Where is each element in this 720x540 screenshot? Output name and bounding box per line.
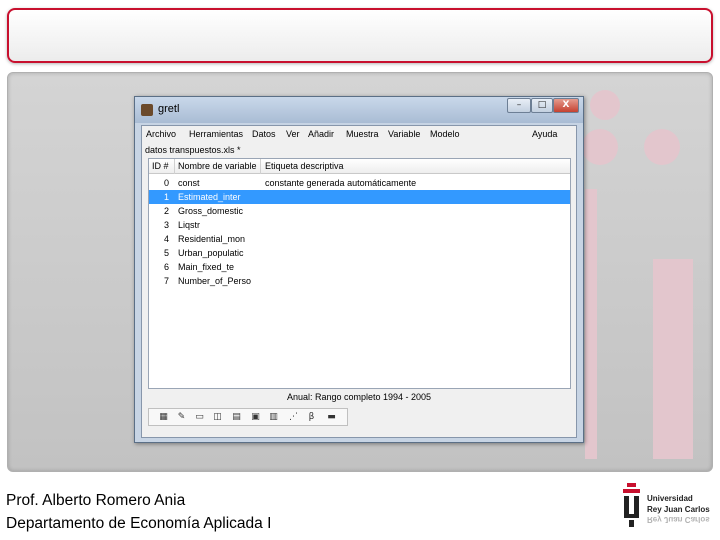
table-icon[interactable]: ▤ (230, 411, 243, 423)
table-row[interactable]: 3 Liqstr (149, 218, 570, 232)
minimize-button[interactable]: – (507, 98, 531, 113)
crest-icon (623, 483, 640, 527)
header-name[interactable]: Nombre de variable (178, 161, 257, 171)
row-id: 3 (163, 220, 169, 230)
table-row[interactable]: 4 Residential_mon (149, 232, 570, 246)
row-name: Gross_domestic (178, 206, 244, 216)
university-logo: Universidad Rey Juan Carlos Rey Juan Car… (620, 478, 716, 534)
decor-bar (653, 259, 693, 459)
main-area: Archivo Herramientas Datos Ver Añadir Mu… (141, 125, 577, 438)
status-bar: Anual: Rango completo 1994 - 2005 (286, 392, 432, 402)
window-title: gretl (158, 103, 180, 115)
title-placeholder (7, 8, 713, 63)
decor-circle (644, 129, 680, 165)
calculator-icon[interactable]: ▦ (157, 411, 170, 423)
graph-icon[interactable]: ▥ (267, 411, 280, 423)
row-name: Estimated_inter (178, 192, 241, 202)
row-name: Main_fixed_te (178, 262, 235, 272)
table-row-selected[interactable]: 1 Estimated_inter (149, 190, 570, 204)
toolbar: ▦ ✎ ▭ ◫ ▤ ▣ ▥ ⋰ β ▬ (148, 408, 348, 426)
row-id: 7 (163, 276, 169, 286)
menu-ayuda[interactable]: Ayuda (532, 129, 557, 139)
terminal-icon[interactable]: ▭ (193, 411, 206, 423)
logo-line-2: Rey Juan Carlos (647, 505, 710, 514)
dataset-filename: datos transpuestos.xls * (145, 145, 241, 155)
gretl-app-icon (141, 104, 153, 116)
gretl-window: gretl – □ X Archivo Herramientas Datos V… (134, 96, 584, 443)
session-icon[interactable]: ◫ (211, 411, 224, 423)
column-separator[interactable] (174, 159, 175, 174)
row-id: 1 (163, 192, 169, 202)
logo-line-reflection: Rey Juan Carlos (647, 515, 710, 524)
scatter-icon[interactable]: ⋰ (287, 411, 300, 423)
table-row[interactable]: 6 Main_fixed_te (149, 260, 570, 274)
column-separator[interactable] (260, 159, 261, 174)
header-id[interactable]: ID # (152, 161, 169, 171)
slide: gretl – □ X Archivo Herramientas Datos V… (0, 0, 720, 540)
title-bar[interactable]: gretl – □ X (135, 97, 583, 123)
menu-datos[interactable]: Datos (252, 129, 276, 139)
pdf-icon[interactable]: ▣ (249, 411, 262, 423)
row-name: Residential_mon (178, 234, 246, 244)
row-name: Number_of_Perso (178, 276, 252, 286)
menu-variable[interactable]: Variable (388, 129, 420, 139)
decor-circle (582, 129, 618, 165)
decor-circle (590, 90, 620, 120)
row-label: constante generada automáticamente (265, 178, 417, 188)
decor-bar (585, 189, 597, 459)
table-row[interactable]: 5 Urban_populatic (149, 246, 570, 260)
row-id: 4 (163, 234, 169, 244)
row-id: 2 (163, 206, 169, 216)
author-name: Prof. Alberto Romero Ania (6, 492, 186, 509)
table-row[interactable]: 7 Number_of_Perso (149, 274, 570, 288)
row-id: 0 (163, 178, 169, 188)
close-button[interactable]: X (553, 98, 579, 113)
header-label[interactable]: Etiqueta descriptiva (265, 161, 344, 171)
edit-icon[interactable]: ✎ (175, 411, 188, 423)
menu-ver[interactable]: Ver (286, 129, 300, 139)
row-name: Urban_populatic (178, 248, 244, 258)
menu-herramientas[interactable]: Herramientas (189, 129, 243, 139)
folder-icon[interactable]: ▬ (325, 411, 338, 423)
department-name: Departamento de Economía Aplicada I (6, 515, 272, 532)
variable-list[interactable]: ID # Nombre de variable Etiqueta descrip… (148, 158, 571, 389)
row-id: 5 (163, 248, 169, 258)
table-row[interactable]: 0 const constante generada automáticamen… (149, 176, 570, 190)
menu-muestra[interactable]: Muestra (346, 129, 379, 139)
menu-bar: Archivo Herramientas Datos Ver Añadir Mu… (142, 127, 576, 143)
list-header: ID # Nombre de variable Etiqueta descrip… (149, 159, 570, 174)
beta-icon[interactable]: β (305, 411, 318, 423)
menu-modelo[interactable]: Modelo (430, 129, 460, 139)
menu-anadir[interactable]: Añadir (308, 129, 334, 139)
maximize-button[interactable]: □ (531, 98, 553, 113)
menu-archivo[interactable]: Archivo (146, 129, 176, 139)
row-name: Liqstr (178, 220, 201, 230)
table-row[interactable]: 2 Gross_domestic (149, 204, 570, 218)
row-id: 6 (163, 262, 169, 272)
row-name: const (178, 178, 200, 188)
logo-line-1: Universidad (647, 494, 693, 503)
